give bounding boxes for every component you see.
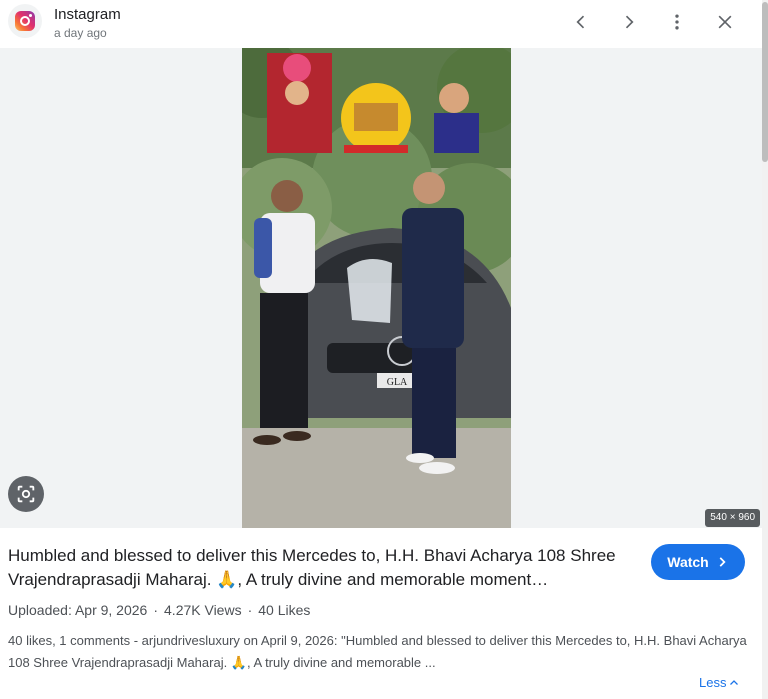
like-count: 40 Likes xyxy=(258,602,311,618)
more-vert-icon xyxy=(675,14,679,30)
watch-button-label: Watch xyxy=(667,554,709,570)
source-time: a day ago xyxy=(54,26,107,40)
close-button[interactable] xyxy=(711,8,739,36)
image-dimensions-badge: 540 × 960 xyxy=(705,509,760,527)
show-less-button[interactable]: Less xyxy=(699,675,740,690)
more-options-button[interactable] xyxy=(663,8,691,36)
result-image[interactable]: GLA xyxy=(242,48,511,528)
next-button[interactable] xyxy=(615,8,643,36)
instagram-logo-icon xyxy=(15,11,35,31)
close-icon xyxy=(718,15,732,29)
result-description: 40 likes, 1 comments - arjundrivesluxury… xyxy=(8,633,747,670)
plate-text: GLA xyxy=(387,377,408,388)
result-header: Instagram a day ago xyxy=(0,0,768,48)
car-delivery-photo: GLA xyxy=(242,48,511,528)
source-logo[interactable] xyxy=(8,4,42,38)
result-title[interactable]: Humbled and blessed to deliver this Merc… xyxy=(8,544,638,592)
chevron-right-icon xyxy=(625,15,634,29)
chevron-right-icon xyxy=(719,557,726,567)
meta-separator: · xyxy=(247,602,253,618)
meta-separator: · xyxy=(153,602,159,618)
scrollbar[interactable] xyxy=(762,0,768,699)
google-lens-icon xyxy=(17,485,35,503)
watch-button[interactable]: Watch xyxy=(651,544,745,580)
chevron-up-icon xyxy=(730,679,739,685)
chevron-left-icon xyxy=(576,15,585,29)
show-less-label: Less xyxy=(699,675,727,690)
result-meta: Uploaded: Apr 9, 2026 · 4.27K Views · 40 Lik… xyxy=(8,602,310,618)
image-viewer: GLA 540 × 960 xyxy=(0,48,762,528)
view-count: 4.27K Views xyxy=(164,602,242,618)
source-name[interactable]: Instagram xyxy=(54,6,121,23)
upload-date: Uploaded: Apr 9, 2026 xyxy=(8,602,148,618)
scrollbar-thumb[interactable] xyxy=(762,2,768,162)
previous-button[interactable] xyxy=(567,8,595,36)
google-lens-button[interactable] xyxy=(8,476,44,512)
